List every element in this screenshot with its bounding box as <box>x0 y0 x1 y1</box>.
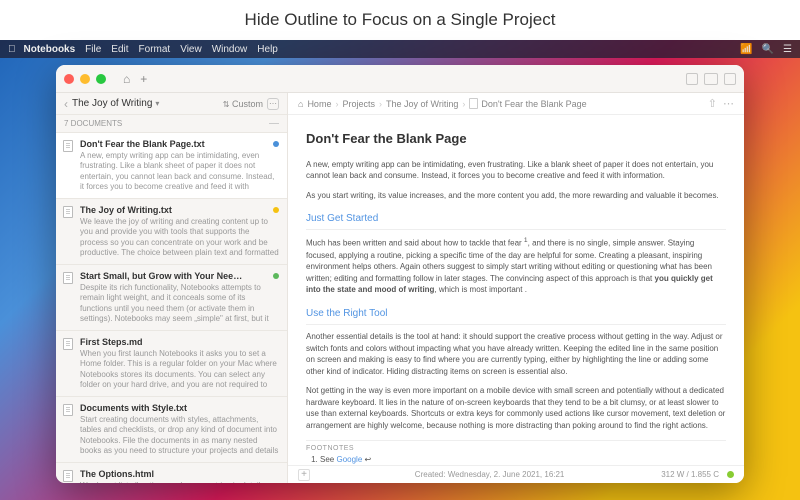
document-content[interactable]: Don't Fear the Blank Page A new, empty w… <box>288 115 744 465</box>
home-icon[interactable]: ⌂ <box>118 72 135 86</box>
paragraph: Another essential details is the tool at… <box>306 331 726 377</box>
document-icon <box>63 206 73 218</box>
list-item[interactable]: Documents with Style.txt Start creating … <box>56 397 287 463</box>
footnote: See Google ↩ <box>320 454 726 465</box>
crumb[interactable]: Projects <box>342 99 375 109</box>
doc-preview: We leave the joy of writing and creating… <box>80 217 279 258</box>
menu-edit[interactable]: Edit <box>111 44 128 55</box>
zoom-button[interactable] <box>96 74 106 84</box>
created-label: Created: Wednesday, 2. June 2021, 16:21 <box>415 470 565 479</box>
layout-single-icon[interactable] <box>686 73 698 85</box>
document-icon <box>63 272 73 284</box>
doc-preview: We do not list all options and menu entr… <box>80 481 279 483</box>
apple-menu[interactable]:  <box>8 44 16 55</box>
list-item[interactable]: Start Small, but Grow with Your Nee… Des… <box>56 265 287 331</box>
add-button[interactable]: + <box>135 72 152 86</box>
list-item[interactable]: The Joy of Writing.txt We leave the joy … <box>56 199 287 265</box>
menu-file[interactable]: File <box>85 44 101 55</box>
app-menu[interactable]: Notebooks <box>24 44 76 55</box>
sidebar-header: ‹ The Joy of Writing ▾ ⇅ Custom ⋯ <box>56 93 287 115</box>
tag-dot <box>273 273 279 279</box>
document-icon <box>63 470 73 482</box>
paragraph: Not getting in the way is even more impo… <box>306 385 726 431</box>
more-icon[interactable]: ⋯ <box>723 97 734 110</box>
chevron-down-icon[interactable]: ▾ <box>155 99 159 108</box>
sidebar-options-icon[interactable]: ⋯ <box>267 98 279 110</box>
layout-split-icon[interactable] <box>704 73 718 85</box>
footnotes-label: FOOTNOTES <box>306 440 726 455</box>
window-titlebar: ⌂ + <box>56 65 744 93</box>
traffic-lights <box>64 74 106 84</box>
heading: Use the Right Tool <box>306 306 726 325</box>
list-item[interactable]: First Steps.md When you first launch Not… <box>56 331 287 397</box>
list-item[interactable]: Don't Fear the Blank Page.txt A new, emp… <box>56 133 287 199</box>
page-title: Don't Fear the Blank Page <box>306 129 726 149</box>
add-icon[interactable]: + <box>298 469 310 481</box>
footnote-link[interactable]: Google <box>336 455 362 464</box>
menu-window[interactable]: Window <box>212 44 248 55</box>
tag-dot <box>273 207 279 213</box>
doc-preview: When you first launch Notebooks it asks … <box>80 349 279 390</box>
document-sidebar: ‹ The Joy of Writing ▾ ⇅ Custom ⋯ 7 DOCU… <box>56 93 288 483</box>
wifi-icon[interactable]: 📶 <box>740 44 752 55</box>
status-bar: + Created: Wednesday, 2. June 2021, 16:2… <box>288 465 744 483</box>
app-window: ⌂ + ‹ The Joy of Writing ▾ ⇅ Custom ⋯ 7 … <box>56 65 744 483</box>
close-button[interactable] <box>64 74 74 84</box>
status-dot <box>727 471 734 478</box>
menu-view[interactable]: View <box>180 44 202 55</box>
paragraph: Much has been written and said about how… <box>306 236 726 296</box>
search-icon[interactable]: 🔍 <box>762 44 774 55</box>
document-list[interactable]: Don't Fear the Blank Page.txt A new, emp… <box>56 133 287 483</box>
heading: Just Get Started <box>306 211 726 230</box>
home-icon[interactable]: ⌂ <box>298 99 303 109</box>
editor-pane: ⌂ Home › Projects › The Joy of Writing ›… <box>288 93 744 483</box>
tag-dot <box>273 141 279 147</box>
doc-preview: Start creating documents with styles, at… <box>80 415 279 456</box>
collapse-icon[interactable] <box>269 123 279 124</box>
crumb[interactable]: The Joy of Writing <box>386 99 458 109</box>
banner-title: Hide Outline to Focus on a Single Projec… <box>0 0 800 40</box>
document-icon <box>63 338 73 350</box>
document-icon <box>63 404 73 416</box>
sidebar-title[interactable]: The Joy of Writing <box>72 98 152 109</box>
document-icon <box>63 140 73 152</box>
document-count: 7 DOCUMENTS <box>56 115 287 133</box>
list-item[interactable]: The Options.html We do not list all opti… <box>56 463 287 483</box>
menu-help[interactable]: Help <box>257 44 278 55</box>
macos-menubar:  Notebooks File Edit Format View Window… <box>0 40 800 58</box>
layout-full-icon[interactable] <box>724 73 736 85</box>
document-icon <box>469 98 478 109</box>
crumb-current: Don't Fear the Blank Page <box>481 99 586 109</box>
share-icon[interactable]: ⇧ <box>708 97 717 110</box>
paragraph: A new, empty writing app can be intimida… <box>306 159 726 182</box>
menu-format[interactable]: Format <box>139 44 171 55</box>
breadcrumb: ⌂ Home › Projects › The Joy of Writing ›… <box>288 93 744 115</box>
control-center-icon[interactable]: ☰ <box>783 44 792 55</box>
minimize-button[interactable] <box>80 74 90 84</box>
crumb[interactable]: Home <box>307 99 331 109</box>
sort-label[interactable]: ⇅ Custom <box>223 99 263 109</box>
word-count: 312 W / 1.855 C <box>661 470 719 479</box>
doc-preview: Despite its rich functionality, Notebook… <box>80 283 279 324</box>
doc-preview: A new, empty writing app can be intimida… <box>80 151 279 192</box>
back-icon[interactable]: ‹ <box>64 97 72 111</box>
paragraph: As you start writing, its value increase… <box>306 190 726 202</box>
